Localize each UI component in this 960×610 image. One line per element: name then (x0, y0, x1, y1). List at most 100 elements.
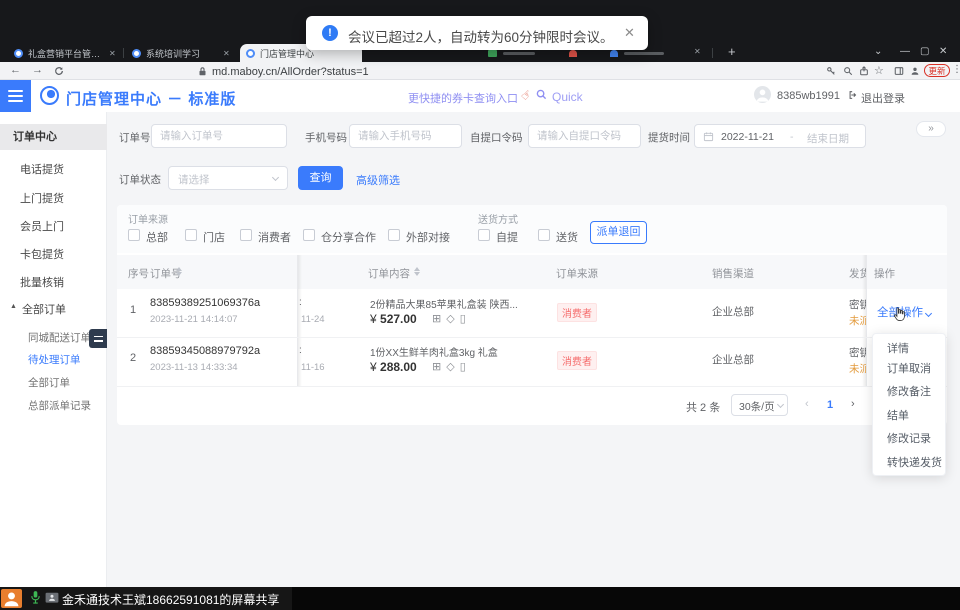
sidebar-group-all-orders[interactable]: 全部订单 (22, 301, 66, 317)
reload-icon[interactable] (54, 66, 64, 76)
browser-menu-icon[interactable]: ⋮ (952, 64, 960, 75)
sidebar (0, 112, 107, 587)
sort-content-icon[interactable] (414, 267, 420, 276)
microphone-icon[interactable] (30, 590, 41, 606)
bookmark-star-icon[interactable]: ☆ (874, 64, 884, 77)
checkbox-warehouse-share[interactable] (303, 229, 315, 241)
sidebar-panel-icon[interactable] (894, 66, 904, 76)
receipt-icon[interactable]: ⊞ (432, 361, 446, 373)
tab-close-icon[interactable]: ✕ (223, 49, 230, 58)
order-content: 2份精品大果85苹果礼盒装 陕西... (370, 296, 518, 311)
currency-symbol: ¥ (370, 360, 377, 374)
date-end-placeholder[interactable]: 结束日期 (807, 131, 849, 146)
date-range-picker[interactable]: 2022-11-21 - 结束日期 (694, 124, 866, 148)
tab-close-icon[interactable]: ✕ (109, 49, 116, 58)
sort-order-no-icon[interactable] (176, 267, 182, 276)
window-maximize-icon[interactable]: ▢ (920, 46, 929, 57)
menu-item-cancel-order[interactable]: 订单取消 (873, 358, 945, 382)
window-close-icon[interactable]: ✕ (939, 46, 947, 57)
date-start-value[interactable]: 2022-11-21 (721, 131, 774, 143)
url-bar[interactable]: md.maboy.cn/AllOrder?status=1 (212, 66, 369, 78)
checkbox-hq-label[interactable]: 总部 (146, 229, 168, 245)
checkbox-hq[interactable] (128, 229, 140, 241)
username-label: 8385wb1991 (777, 90, 840, 102)
collapse-filters-button[interactable]: » (916, 121, 946, 137)
checkbox-store[interactable] (185, 229, 197, 241)
checkbox-delivery[interactable] (538, 229, 550, 241)
gift-icon[interactable]: ◇ (446, 361, 459, 373)
current-page[interactable]: 1 (827, 399, 833, 411)
checkbox-consumer[interactable] (240, 229, 252, 241)
checkbox-delivery-label[interactable]: 送货 (556, 229, 578, 245)
sidebar-item-city-delivery-orders[interactable]: 同城配送订单 (28, 330, 91, 345)
quick-search-link[interactable]: Quick (552, 90, 583, 104)
partial-tab-red-icon[interactable] (569, 50, 577, 57)
gift-icon[interactable]: ◇ (446, 313, 459, 325)
tab-separator (123, 48, 124, 58)
phone-icon[interactable]: ▯ (460, 313, 471, 325)
partial-tab-blue-icon[interactable] (610, 50, 618, 57)
checkbox-external-label[interactable]: 外部对接 (406, 229, 450, 245)
sidebar-item-all-orders[interactable]: 全部订单 (28, 375, 70, 390)
toast-close-icon[interactable]: ✕ (624, 25, 635, 41)
logout-icon[interactable] (848, 90, 858, 100)
order-no-input[interactable] (151, 124, 287, 148)
sidebar-item-phone-pickup[interactable]: 电话提货 (20, 161, 64, 177)
browser-tab-2[interactable]: 系统培训学习 ✕ (126, 44, 236, 62)
share-icon[interactable] (859, 66, 869, 76)
menu-item-edit-remark[interactable]: 修改备注 (873, 381, 945, 405)
phone-icon[interactable]: ▯ (460, 361, 471, 373)
new-tab-button[interactable]: + (728, 44, 736, 59)
phone-input[interactable] (349, 124, 462, 148)
promo-link[interactable]: 更快捷的券卡查询入口 (408, 90, 518, 106)
back-icon[interactable]: ← (10, 64, 21, 76)
order-price: ¥ 288.00 (370, 360, 417, 374)
menu-item-details[interactable]: 详情 (873, 334, 945, 358)
search-button[interactable]: 查询 (298, 166, 343, 190)
group-collapse-arrow-icon[interactable]: ▲ (10, 303, 17, 310)
order-status-select[interactable]: 请选择 (168, 166, 288, 190)
menu-item-transfer-express[interactable]: 转快递发货 (873, 452, 945, 476)
prev-page-button[interactable]: ‹ (805, 398, 809, 410)
clipped-cell-date: 11-24 (301, 314, 329, 325)
tab-search-icon[interactable]: ⌄ (874, 46, 882, 57)
sidebar-item-card-pickup[interactable]: 卡包提货 (20, 246, 64, 262)
browser-tab-1[interactable]: 礼盒营销平台管理中心 ✕ (8, 44, 122, 62)
quick-search-icon[interactable] (536, 89, 547, 100)
menu-item-close-order[interactable]: 结单 (873, 405, 945, 429)
source-badge: 消费者 (557, 303, 597, 322)
zoom-icon[interactable] (843, 66, 853, 76)
sidebar-item-batch-verify[interactable]: 批量核销 (20, 274, 64, 290)
tab-close-icon[interactable]: ✕ (694, 47, 701, 56)
forward-icon[interactable]: → (32, 64, 43, 76)
next-page-button[interactable]: › (851, 398, 855, 410)
sidebar-item-hq-dispatch-records[interactable]: 总部派单记录 (28, 398, 91, 413)
col-index: 序号 (128, 266, 149, 281)
sidebar-toggle-button[interactable] (0, 80, 31, 112)
profile-icon[interactable] (910, 66, 920, 76)
chrome-update-button[interactable]: 更新 (924, 64, 950, 77)
order-number: 83859345088979792a (150, 345, 260, 357)
sidebar-drawer-handle[interactable] (89, 329, 107, 348)
page-size-select[interactable]: 30条/页 (731, 394, 788, 416)
receipt-icon[interactable]: ⊞ (432, 313, 446, 325)
key-icon[interactable] (826, 66, 836, 76)
checkbox-store-label[interactable]: 门店 (203, 229, 225, 245)
sidebar-item-member-visit[interactable]: 会员上门 (20, 218, 64, 234)
pickup-code-input[interactable] (528, 124, 641, 148)
menu-item-edit-records[interactable]: 修改记录 (873, 428, 945, 452)
partial-tab-green-icon[interactable] (488, 50, 497, 57)
advanced-filter-link[interactable]: 高级筛选 (356, 172, 400, 188)
checkbox-warehouse-share-label[interactable]: 仓分享合作 (321, 229, 376, 245)
order-detail-icons: ⊞◇▯ (432, 360, 471, 373)
dispatch-return-button[interactable]: 派单退回 (590, 221, 647, 244)
logout-button[interactable]: 退出登录 (861, 90, 905, 106)
user-avatar[interactable] (754, 86, 771, 103)
checkbox-consumer-label[interactable]: 消费者 (258, 229, 291, 245)
checkbox-external[interactable] (388, 229, 400, 241)
window-minimize-icon[interactable]: — (900, 46, 910, 57)
sidebar-item-pending-orders[interactable]: 待处理订单 (28, 352, 81, 367)
checkbox-self-pickup[interactable] (478, 229, 490, 241)
sidebar-item-door-pickup[interactable]: 上门提货 (20, 190, 64, 206)
checkbox-self-pickup-label[interactable]: 自提 (496, 229, 518, 245)
